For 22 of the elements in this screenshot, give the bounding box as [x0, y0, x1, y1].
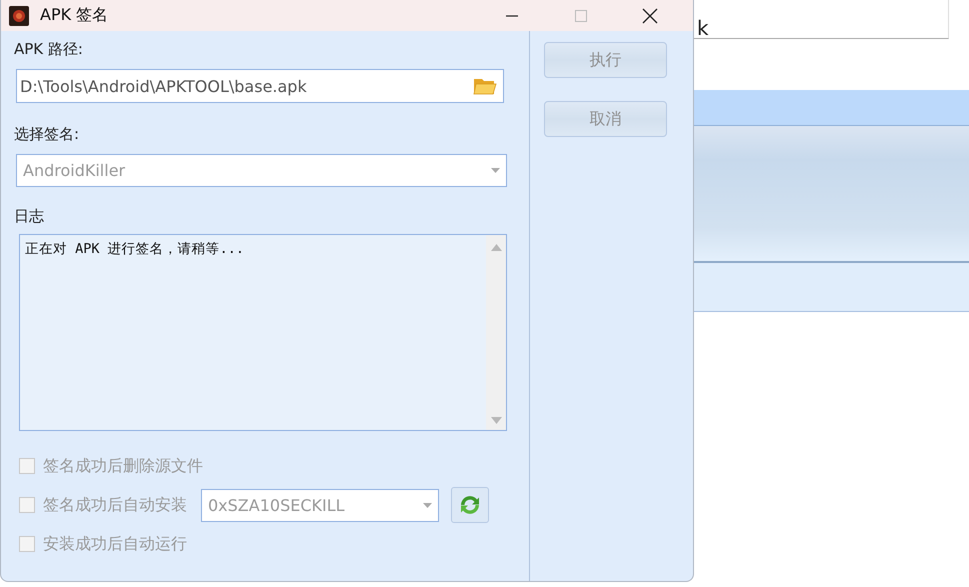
scrollbar[interactable]	[486, 235, 506, 430]
close-icon	[642, 8, 658, 24]
scroll-down-icon[interactable]	[490, 417, 502, 424]
log-text: 正在对 APK 进行签名，请稍等...	[24, 240, 246, 259]
scroll-up-icon[interactable]	[490, 244, 502, 251]
log-label: 日志	[14, 206, 45, 226]
apk-path-label: APK 路径:	[14, 39, 84, 59]
refresh-button[interactable]	[451, 487, 489, 523]
checkbox-label: 安装成功后自动运行	[43, 534, 187, 554]
app-icon	[9, 6, 29, 26]
signature-label: 选择签名:	[14, 124, 80, 144]
window-title: APK 签名	[40, 5, 108, 26]
maximize-icon	[574, 8, 588, 22]
caret-icon	[423, 502, 432, 508]
checkbox-label: 签名成功后删除源文件	[43, 456, 203, 476]
apk-path-field[interactable]: D:\Tools\Android\APKTOOL\base.apk	[16, 69, 504, 103]
minimize-icon	[505, 14, 519, 16]
checkbox-label: 签名成功后自动安装	[43, 494, 187, 516]
folder-icon[interactable]	[473, 76, 497, 96]
background-text: k	[697, 18, 709, 38]
caret-icon	[491, 168, 500, 173]
log-area[interactable]: 正在对 APK 进行签名，请稍等...	[19, 234, 507, 431]
